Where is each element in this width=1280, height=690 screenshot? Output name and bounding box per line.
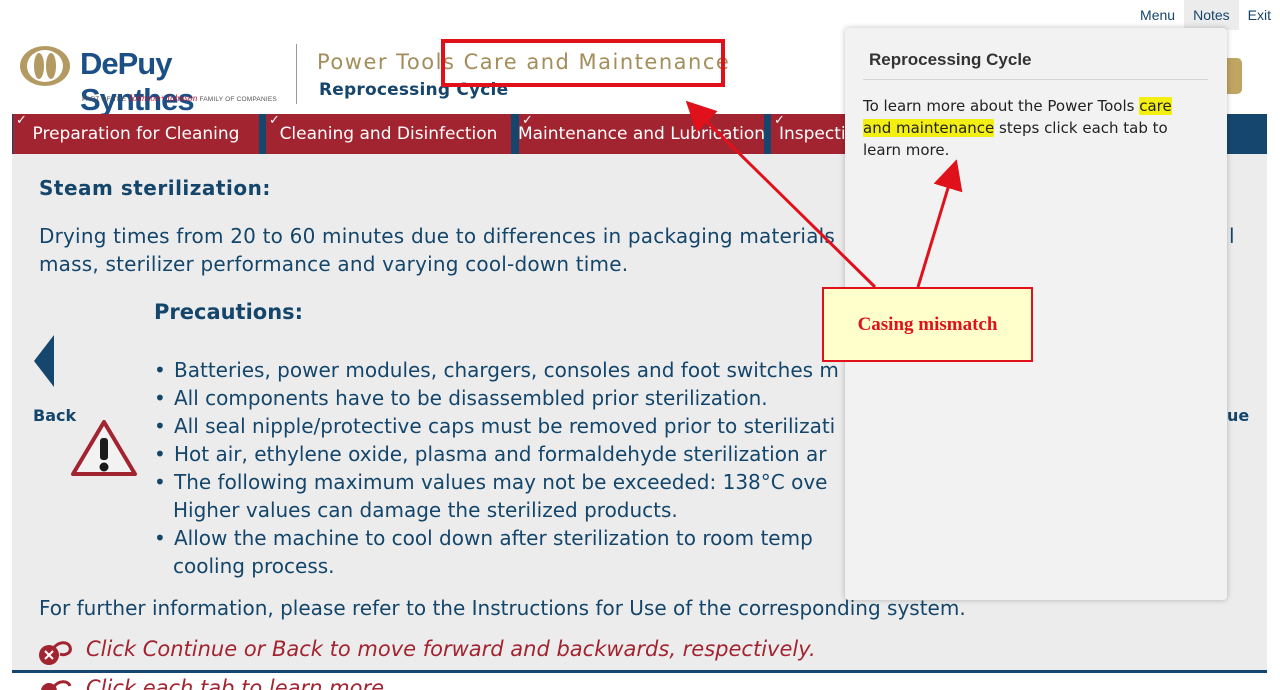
- tab-preparation-for-cleaning[interactable]: ✓ Preparation for Cleaning: [13, 114, 259, 154]
- annotation-highlight-box: [441, 39, 725, 87]
- tab-maintenance-and-lubrication[interactable]: ✓ Maintenance and Lubrication: [519, 114, 764, 154]
- continue-button[interactable]: ue: [1227, 406, 1249, 425]
- list-item: The following maximum values may not be …: [152, 468, 852, 496]
- bottom-divider: [12, 670, 1267, 673]
- back-arrow-icon[interactable]: [32, 335, 56, 387]
- depuy-logo-mark-icon: [20, 46, 70, 86]
- list-item: Batteries, power modules, chargers, cons…: [152, 356, 852, 384]
- exit-link[interactable]: Exit: [1239, 0, 1280, 30]
- precautions-list: Batteries, power modules, chargers, cons…: [152, 356, 852, 580]
- header-divider: [296, 44, 297, 104]
- tab-check-icon: ✓: [774, 114, 785, 128]
- click-hint-icon: [41, 680, 72, 690]
- highlighted-text: care: [1139, 97, 1172, 115]
- logo-tagline: PART OF THE Johnson+Johnson FAMILY OF CO…: [82, 93, 277, 103]
- navigation-hint: Click Continue or Back to move forward a…: [86, 637, 816, 661]
- warning-icon: [71, 420, 137, 476]
- tab-inspection[interactable]: ✓ Inspection: [771, 114, 851, 154]
- notes-divider: [863, 79, 1208, 80]
- depuy-synthes-logo: DePuy Synthes PART OF THE Johnson+Johnso…: [18, 42, 290, 117]
- list-item: Hot air, ethylene oxide, plasma and form…: [152, 440, 852, 468]
- tab-hint: Click each tab to learn more.: [86, 676, 391, 690]
- section-heading: Steam sterilization:: [39, 176, 271, 200]
- list-item-continuation: Higher values can damage the sterilized …: [173, 498, 678, 522]
- list-item-continuation: cooling process.: [173, 554, 335, 578]
- precautions-heading: Precautions:: [154, 300, 304, 324]
- list-item: All seal nipple/protective caps must be …: [152, 412, 852, 440]
- further-info-text: For further information, please refer to…: [39, 596, 966, 620]
- logo-wordmark: DePuy Synthes: [80, 46, 195, 117]
- highlighted-text: and maintenance: [863, 119, 995, 137]
- notes-title: Reprocessing Cycle: [869, 50, 1032, 69]
- click-hint-icon: [39, 641, 72, 665]
- list-item: Allow the machine to cool down after ste…: [152, 524, 852, 552]
- notes-text: To learn more about the Power Tools care…: [863, 97, 1172, 159]
- notes-link[interactable]: Notes: [1184, 0, 1239, 30]
- tab-check-icon: ✓: [522, 114, 533, 128]
- list-item: All components have to be disassembled p…: [152, 384, 852, 412]
- tab-check-icon: ✓: [269, 114, 280, 128]
- annotation-callout: Casing mismatch: [822, 287, 1033, 362]
- top-links: Menu Notes Exit: [1131, 0, 1280, 30]
- menu-link[interactable]: Menu: [1131, 0, 1184, 30]
- tab-check-icon: ✓: [16, 114, 27, 128]
- tab-cleaning-and-disinfection[interactable]: ✓ Cleaning and Disinfection: [266, 114, 511, 154]
